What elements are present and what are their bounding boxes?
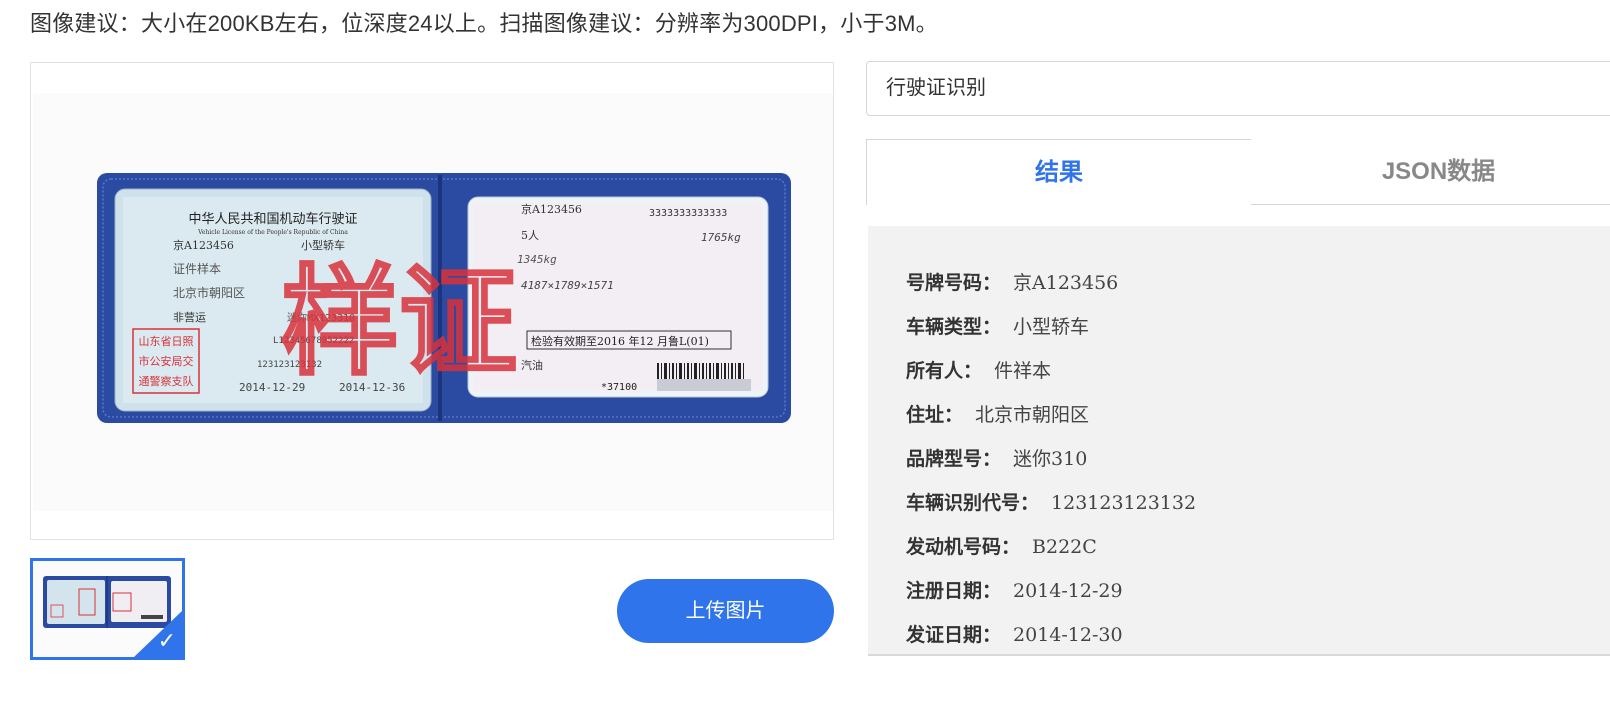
upload-hint: 图像建议：大小在200KB左右，位深度24以上。扫描图像建议：分辨率为300DP… [30, 11, 938, 36]
upload-image-button[interactable]: 上传图片 [617, 579, 834, 643]
stamp-line-2: 市公安局交 [139, 354, 194, 368]
result-key: 住址： [906, 404, 964, 426]
result-panel: 号牌号码： 京A123456 车辆类型： 小型轿车 所有人： 件祥本 住址： 北京市朝阳… [868, 226, 1610, 656]
license-photo: 中华人民共和国机动车行驶证 Vehicle License of the Peo… [33, 93, 833, 511]
right-curb-mass: 1345kg [517, 253, 557, 266]
image-preview: 中华人民共和国机动车行驶证 Vehicle License of the Peo… [30, 62, 834, 540]
right-inspection: 检验有效期至2016 年12 月鲁L(01) [531, 334, 709, 348]
result-key: 发动机号码： [906, 536, 1021, 558]
recognition-type-select[interactable]: 行驶证识别 [866, 61, 1610, 116]
result-value: 京A123456 [1013, 272, 1119, 294]
tab-result[interactable]: 结果 [866, 139, 1252, 205]
result-key: 车辆识别代号： [906, 492, 1040, 514]
card-title: 中华人民共和国机动车行驶证 [188, 211, 357, 227]
result-row: 发动机号码： B222C [906, 532, 1610, 576]
result-tabs: 结果 JSON数据 [866, 139, 1610, 205]
result-row: 所有人： 件祥本 [906, 356, 1610, 400]
card-subtitle: Vehicle License of the People's Republic… [197, 229, 348, 236]
result-value: 件祥本 [994, 360, 1052, 382]
result-value: 迷你310 [1013, 448, 1088, 470]
card-plate: 京A123456 [173, 238, 234, 252]
sample-watermark: 样证 [281, 253, 517, 391]
result-key: 品牌型号： [906, 448, 1002, 470]
card-vehicle-type: 小型轿车 [301, 238, 345, 252]
card-owner: 证件样本 [173, 261, 221, 276]
result-row: 发证日期： 2014-12-30 [906, 620, 1610, 664]
result-key: 发证日期： [906, 624, 1002, 646]
result-row: 车辆识别代号： 123123123132 [906, 488, 1610, 532]
result-value: 小型轿车 [1013, 316, 1090, 338]
result-value: B222C [1032, 536, 1097, 558]
tab-json[interactable]: JSON数据 [1251, 139, 1610, 205]
stamp-line-1: 山东省日照 [139, 335, 194, 348]
result-row: 注册日期： 2014-12-29 [906, 576, 1610, 620]
right-note: 汽油 [521, 358, 543, 372]
result-row: 车辆类型： 小型轿车 [906, 312, 1610, 356]
right-total-mass: 1765kg [701, 231, 741, 244]
card-use: 非营运 [173, 310, 206, 324]
result-row: 号牌号码： 京A123456 [906, 268, 1610, 312]
result-value: 2014-12-29 [1013, 580, 1123, 602]
result-row: 品牌型号： 迷你310 [906, 444, 1610, 488]
right-dimensions: 4187×1789×1571 [521, 279, 614, 292]
result-key: 车辆类型： [906, 316, 1002, 338]
result-value: 123123123132 [1051, 492, 1197, 514]
right-seats: 5人 [521, 229, 539, 242]
result-value: 2014-12-30 [1013, 624, 1123, 646]
barcode-number: *37100 [601, 382, 637, 393]
check-icon: ✓ [157, 629, 176, 654]
result-value: 北京市朝阳区 [975, 404, 1090, 426]
right-plate: 京A123456 [521, 202, 582, 216]
result-key: 注册日期： [906, 580, 1002, 602]
result-row: 住址： 北京市朝阳区 [906, 400, 1610, 444]
result-key: 所有人： [906, 360, 983, 382]
stamp-line-3: 通警察支队 [139, 374, 194, 388]
right-file-no: 3333333333333 [649, 208, 727, 219]
result-key: 号牌号码： [906, 272, 1002, 294]
thumbnail-selected[interactable]: ✓ [30, 558, 185, 660]
card-address: 北京市朝阳区 [173, 285, 245, 300]
